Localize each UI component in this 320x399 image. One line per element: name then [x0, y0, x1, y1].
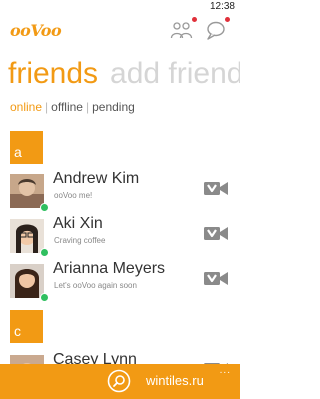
contact-name: Aki Xin	[53, 215, 103, 232]
pivot-header: friends add friends	[8, 52, 240, 96]
contact-row-arianna-meyers[interactable]: Arianna Meyers Let's ooVoo again soon	[0, 260, 240, 306]
contact-name: Andrew Kim	[53, 170, 140, 187]
presence-indicator	[40, 293, 49, 302]
group-header-c[interactable]: c	[10, 310, 43, 343]
subtab-pending[interactable]: pending	[92, 100, 135, 114]
people-icon[interactable]	[170, 20, 194, 40]
presence-indicator	[40, 248, 49, 257]
avatar	[10, 174, 44, 208]
app-logo: ooVoo	[10, 21, 62, 40]
group-header-a[interactable]: a	[10, 131, 43, 164]
status-bar: 12:38	[0, 0, 240, 14]
group-letter: a	[14, 144, 22, 160]
contact-status: Let's ooVoo again soon	[54, 281, 137, 290]
more-options-button[interactable]: ...	[220, 365, 231, 376]
chat-icon[interactable]	[205, 20, 229, 40]
search-icon[interactable]	[107, 369, 131, 393]
video-camera-icon[interactable]	[203, 224, 229, 242]
group-letter: c	[14, 323, 21, 339]
video-camera-icon[interactable]	[203, 269, 229, 287]
subtab-separator: |	[85, 100, 90, 114]
watermark: wintiles.ru	[146, 373, 204, 388]
subtab-bar: online | offline | pending	[10, 99, 135, 115]
avatar	[10, 219, 44, 253]
subtab-separator: |	[45, 100, 49, 114]
contact-status: ooVoo me!	[54, 191, 93, 200]
contact-status: Craving coffee	[54, 236, 106, 245]
subtab-online[interactable]: online	[10, 100, 42, 114]
pivot-item-add-friends[interactable]: add friends	[110, 57, 240, 90]
pivot-item-friends[interactable]: friends	[8, 57, 98, 90]
contact-row-aki-xin[interactable]: Aki Xin Craving coffee	[0, 215, 240, 261]
people-notification-dot	[192, 17, 197, 22]
presence-indicator	[40, 203, 49, 212]
contact-row-andrew-kim[interactable]: Andrew Kim ooVoo me!	[0, 170, 240, 216]
chat-notification-dot	[225, 17, 230, 22]
avatar	[10, 264, 44, 298]
app-bar: ... wintiles.ru	[0, 364, 240, 399]
status-time: 12:38	[209, 1, 235, 12]
contact-name: Arianna Meyers	[53, 260, 166, 277]
subtab-offline[interactable]: offline	[51, 100, 83, 114]
video-camera-icon[interactable]	[203, 179, 229, 197]
